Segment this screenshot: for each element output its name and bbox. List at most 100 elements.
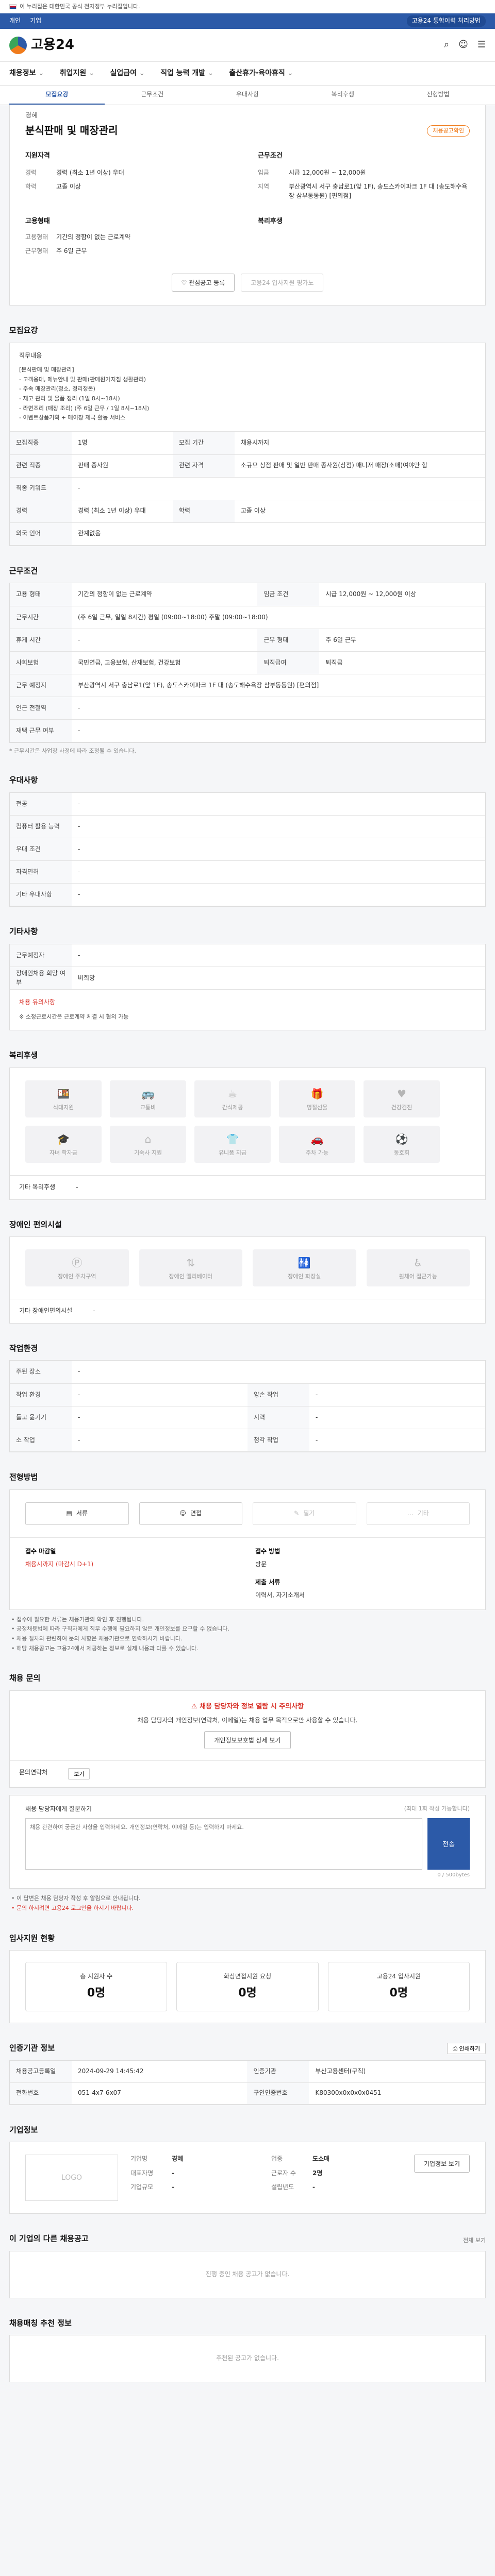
bullet-item: • 문의 하시려면 고용24 로그인을 하시기 바랍니다.	[11, 1904, 134, 1911]
logo-mark-icon	[9, 36, 27, 54]
privacy-detail-button[interactable]: 개인정보보호법 상세 보기	[204, 1731, 291, 1750]
search-icon[interactable]: ⌕	[444, 38, 449, 52]
work-box: 고용 형태 기간의 정함이 없는 근로계약 임금 조건 시급 12,000원 ~ 12…	[9, 583, 486, 743]
company-field-value: -	[172, 2183, 174, 2191]
table-row: 자격면허 -	[10, 860, 485, 884]
table-key: 장애인채용 희망 여부	[10, 967, 72, 990]
table-key: 사회보험	[10, 651, 72, 674]
company-field-key: 업종	[271, 2155, 283, 2163]
table-value: -	[72, 1383, 248, 1406]
way-value: 방문	[255, 1561, 267, 1568]
stat-number: 0명	[87, 1987, 106, 2000]
table-value: 고졸 이상	[234, 500, 485, 523]
disability-grid: Ⓟ 장애인 주차구역 ⇅ 장애인 엘리베이터 🚻 장애인 화장실 ♿ 휠체어 접근가능	[10, 1237, 485, 1299]
similar-box: 추천된 공고가 없습니다.	[9, 2335, 486, 2382]
benefit-grid: 🍱 식대지원 🚌 교통비 ☕ 간식제공 🎁 명절선물 ♥ 건강검진 🎓 자녀 학자금 ⌂ 기숙사 지원 👕 유…	[10, 1068, 485, 1175]
scrap-button[interactable]: ♡ 관심공고 등록	[171, 273, 235, 292]
scrap-label: 관심공고 등록	[189, 279, 225, 286]
table-key: 인증기관	[247, 2061, 309, 2083]
question-input[interactable]	[25, 1818, 422, 1870]
util-personal-link[interactable]: 개인	[9, 16, 21, 25]
other-jobs-more-link[interactable]: 전체 보기	[463, 2236, 486, 2245]
car-icon: 🚗	[310, 1132, 324, 1145]
table-value: 051-4x7-6x07	[72, 2082, 248, 2105]
similar-empty: 추천된 공고가 없습니다.	[216, 2354, 279, 2362]
bus-icon: 🚌	[141, 1087, 155, 1100]
gift-icon: 🎁	[310, 1087, 324, 1100]
benefit-label: 유니폼 지급	[218, 1149, 247, 1156]
work-table: 고용 형태 기간의 정함이 없는 근로계약 임금 조건 시급 12,000원 ~ 12…	[10, 583, 485, 742]
company-box: LOGO 기업명 경혜 업종 도소매 대표자명 - 근로자 수 2명 기업규모 - 설립년도 - 기업…	[9, 2142, 486, 2214]
benefit-tile: ⚽ 동호회	[364, 1126, 440, 1163]
tab-method[interactable]: 전형방법	[390, 86, 486, 105]
company-field-key: 근로자 수	[271, 2169, 296, 2177]
question-label: 채용 담당자에게 질문하기	[25, 1805, 92, 1813]
bullet-item: • 공정채용법에 따라 구직자에게 직무 수행에 필요하지 않은 개인정보를 요…	[11, 1625, 229, 1633]
disability-label: 휠체어 접근가능	[399, 1273, 437, 1280]
inquiry-box: ⚠ 채용 담당자와 정보 열람 시 주의사항 채용 담당자의 개인정보(연락처,…	[9, 1690, 486, 1788]
kv-key: 지역	[258, 183, 270, 191]
tab-benefit[interactable]: 복리후생	[295, 86, 390, 105]
tab-pref[interactable]: 우대사항	[200, 86, 295, 105]
contact-view-button[interactable]: 보기	[68, 1768, 90, 1780]
table-row: 근무 예정지 부산광역시 서구 충남로1(앞 1F), 송도스카이파크 1F 대 …	[10, 674, 485, 697]
desc-label: 직무내용	[19, 351, 42, 359]
recruit-box: 직무내용 [분식판매 및 매장관리] - 고객응대, 메뉴안내 및 판매(판매원…	[9, 342, 486, 546]
disability-title: 장애인 편의시설	[9, 1219, 62, 1229]
kv-key: 임금	[258, 169, 270, 177]
table-value: -	[309, 1383, 485, 1406]
tab-recruit[interactable]: 모집요강	[9, 86, 105, 105]
benefit-label: 동호회	[393, 1149, 410, 1156]
util-company-link[interactable]: 기업	[30, 16, 41, 25]
kv-key: 경력	[25, 169, 37, 177]
table-value: 1명	[72, 432, 173, 455]
gnb-item-leave[interactable]: 출산휴가·육아휴직	[229, 68, 293, 78]
gnb-item-training[interactable]: 직업 능력 개발	[160, 68, 213, 78]
disability-tile: ♿ 휠체어 접근가능	[366, 1249, 470, 1287]
table-key: 관련 직종	[10, 454, 72, 478]
table-row: 인근 전철역 -	[10, 697, 485, 720]
table-key: 재택 근무 여부	[10, 719, 72, 742]
gnb-item-unemployment[interactable]: 실업급여	[110, 68, 145, 78]
table-value: 비희망	[72, 967, 485, 990]
site-logo[interactable]: 고용24	[9, 36, 74, 55]
table-row: 장애인채용 희망 여부 비희망	[10, 967, 485, 990]
method-label: 서류	[76, 1509, 88, 1517]
other-icon: …	[407, 1509, 414, 1517]
table-key: 인근 전철역	[10, 697, 72, 720]
gnb-item-jobs[interactable]: 채용정보	[9, 68, 44, 78]
send-button[interactable]: 전송	[427, 1818, 470, 1870]
bullet-item: • 접수에 필요한 서류는 채용기관의 확인 후 진행됩니다.	[11, 1616, 144, 1623]
dis-info-key: 기타 장애인편의시설	[19, 1307, 73, 1315]
benefit-tile: ☕ 간식제공	[194, 1080, 271, 1118]
table-row: 소 작업 - 청각 작업 -	[10, 1429, 485, 1452]
table-key: 관련 자격	[172, 454, 235, 478]
table-key: 임금 조건	[257, 583, 320, 606]
table-row: 고용 형태 기간의 정함이 없는 근로계약 임금 조건 시급 12,000원 ~ 12…	[10, 583, 485, 606]
byte-counter: 0 / 500bytes	[437, 1872, 470, 1878]
table-value: 2024-09-29 14:45:42	[72, 2061, 248, 2083]
table-value: 기간의 정함이 없는 근로계약	[72, 583, 258, 606]
table-row: 근무예정자 -	[10, 944, 485, 968]
method-option: … 기타	[366, 1502, 470, 1525]
gnb-item-support[interactable]: 취업지원	[60, 68, 95, 78]
benefit-label: 자녀 학자금	[49, 1149, 78, 1156]
etc-box: 근무예정자 - 장애인채용 희망 여부 비희망 채용 유의사항 ※ 소정근로시간은 근…	[9, 943, 486, 1031]
benefit-info-value: -	[76, 1183, 78, 1191]
stat-number: 0명	[238, 1987, 257, 2000]
tab-work[interactable]: 근무조건	[105, 86, 200, 105]
kv-value: 경력 (최소 1년 이상) 우대	[56, 169, 124, 177]
company-field-key: 대표자명	[130, 2169, 154, 2177]
user-icon[interactable]: ☺	[458, 38, 468, 52]
util-integration-link[interactable]: 고용24 통합이력 처리방법	[406, 15, 486, 27]
print-button[interactable]: ⎙ 인쇄하기	[447, 2043, 486, 2055]
table-key: 컴퓨터 활용 능력	[10, 815, 72, 839]
status-badge: 채용공고확인	[427, 125, 470, 137]
menu-icon[interactable]: ☰	[477, 38, 486, 52]
caution-head: 채용 담당자와 정보 열람 시 주의사항	[200, 1703, 304, 1711]
kv-value: 부산광역시 서구 충남로1(앞 1F), 송도스카이파크 1F 대 (송도해수욕…	[289, 183, 468, 199]
apply-eval-button[interactable]: 고용24 입사지원 평가노	[241, 273, 324, 292]
company-info-button[interactable]: 기업정보 보기	[414, 2155, 470, 2173]
table-key: 기타 우대사항	[10, 883, 72, 907]
table-key: 퇴직급여	[257, 651, 320, 674]
